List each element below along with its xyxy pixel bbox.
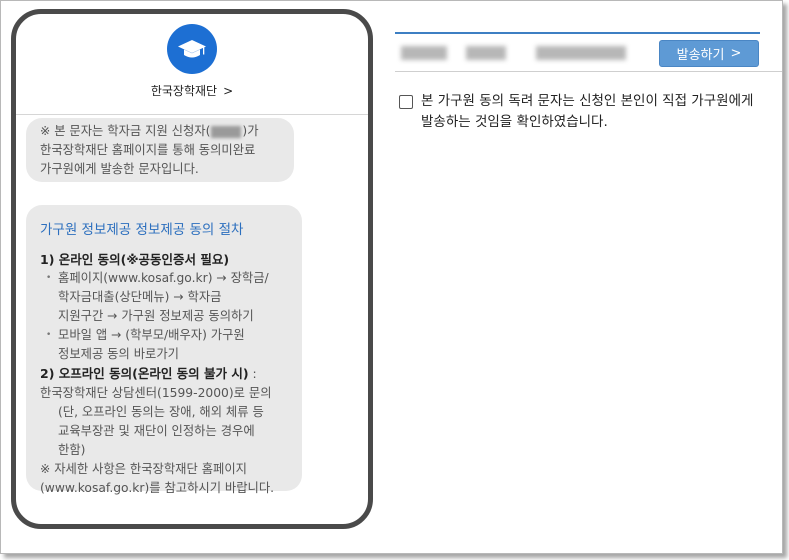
redacted-field-1 xyxy=(401,46,447,60)
procedure-title: 가구원 정보제공 정보제공 동의 절차 xyxy=(40,222,244,238)
step1-heading: 1) 온라인 동의(※공동인증서 필요) xyxy=(40,252,230,267)
redacted-name xyxy=(211,125,242,138)
step1-item-mobile: 모바일 앱 → (학부모/배우자) 가구원 정보제공 동의 바로가기 xyxy=(40,326,290,364)
step2-colon: : xyxy=(248,367,257,381)
sender-header: 한국장학재단 > xyxy=(16,24,368,115)
send-button[interactable]: 발송하기 > xyxy=(659,40,759,67)
redacted-field-3 xyxy=(536,46,626,60)
chevron-right-icon: > xyxy=(730,46,742,61)
message-bubble-procedure: 가구원 정보제공 정보제공 동의 절차 1) 온라인 동의(※공동인증서 필요)… xyxy=(26,205,302,495)
step1-item2-line1: 모바일 앱 → (학부모/배우자) 가구원 xyxy=(58,328,245,342)
message-bubble-notice: ※ 본 문자는 학자금 지원 신청자( )가 한국장학재단 홈페이지를 통해 동의… xyxy=(26,118,294,182)
step2-line1: 한국장학재단 상담센터(1599-2000)로 문의 xyxy=(40,386,272,400)
step1-item1-line1: 홈페이지(www.kosaf.go.kr) → 장학금/ xyxy=(58,271,269,285)
sender-label[interactable]: 한국장학재단 > xyxy=(151,82,233,99)
note-line2: (www.kosaf.go.kr)를 참고하시기 바랍니다. xyxy=(40,481,275,495)
step1-item2-line2: 정보제공 동의 바로가기 xyxy=(58,347,179,361)
confirm-checkbox-row[interactable]: 본 가구원 동의 독려 문자는 신청인 본인이 직접 가구원에게 발송하는 것임… xyxy=(399,91,769,133)
message1-line1a: ※ 본 문자는 학자금 지원 신청자( xyxy=(40,124,211,138)
dialog-frame: 한국장학재단 > ※ 본 문자는 학자금 지원 신청자( )가 한국장학재단 홈페… xyxy=(0,0,783,554)
confirm-checkbox[interactable] xyxy=(399,95,413,109)
chevron-right-icon: > xyxy=(223,83,234,98)
message1-line2: 한국장학재단 홈페이지를 통해 동의미완료 xyxy=(40,143,256,157)
header-divider xyxy=(395,71,782,72)
step2-line4: 한함) xyxy=(58,443,86,457)
step2-heading-row: 2) 오프라인 동의(온라인 동의 불가 시) : xyxy=(40,364,290,384)
message1-line1b: )가 xyxy=(242,124,259,138)
redacted-field-2 xyxy=(466,46,506,60)
graduation-cap-icon xyxy=(167,24,217,74)
step2-heading: 2) 오프라인 동의(온라인 동의 불가 시) xyxy=(40,366,249,381)
message1-line3: 가구원에게 발송한 문자입니다. xyxy=(40,162,199,176)
note-line1: ※ 자세한 사항은 한국장학재단 홈페이지 xyxy=(40,462,247,476)
step1-item1-line3: 지원구간 → 가구원 정보제공 동의하기 xyxy=(58,309,254,323)
send-button-label: 발송하기 xyxy=(676,48,725,63)
step1-item-homepage: 홈페이지(www.kosaf.go.kr) → 장학금/ 학자금대출(상단메뉴)… xyxy=(40,269,290,326)
phone-preview: 한국장학재단 > ※ 본 문자는 학자금 지원 신청자( )가 한국장학재단 홈페… xyxy=(11,9,373,529)
step2-line2: (단, 오프라인 동의는 장애, 해외 체류 등 xyxy=(58,405,264,419)
top-divider xyxy=(395,32,760,34)
sender-name: 한국장학재단 xyxy=(150,84,218,98)
step1-item1-line2: 학자금대출(상단메뉴) → 학자금 xyxy=(58,290,222,304)
step2-line3: 교육부장관 및 재단이 인정하는 경우에 xyxy=(58,424,255,438)
confirm-text: 본 가구원 동의 독려 문자는 신청인 본인이 직접 가구원에게 발송하는 것임… xyxy=(421,93,754,130)
